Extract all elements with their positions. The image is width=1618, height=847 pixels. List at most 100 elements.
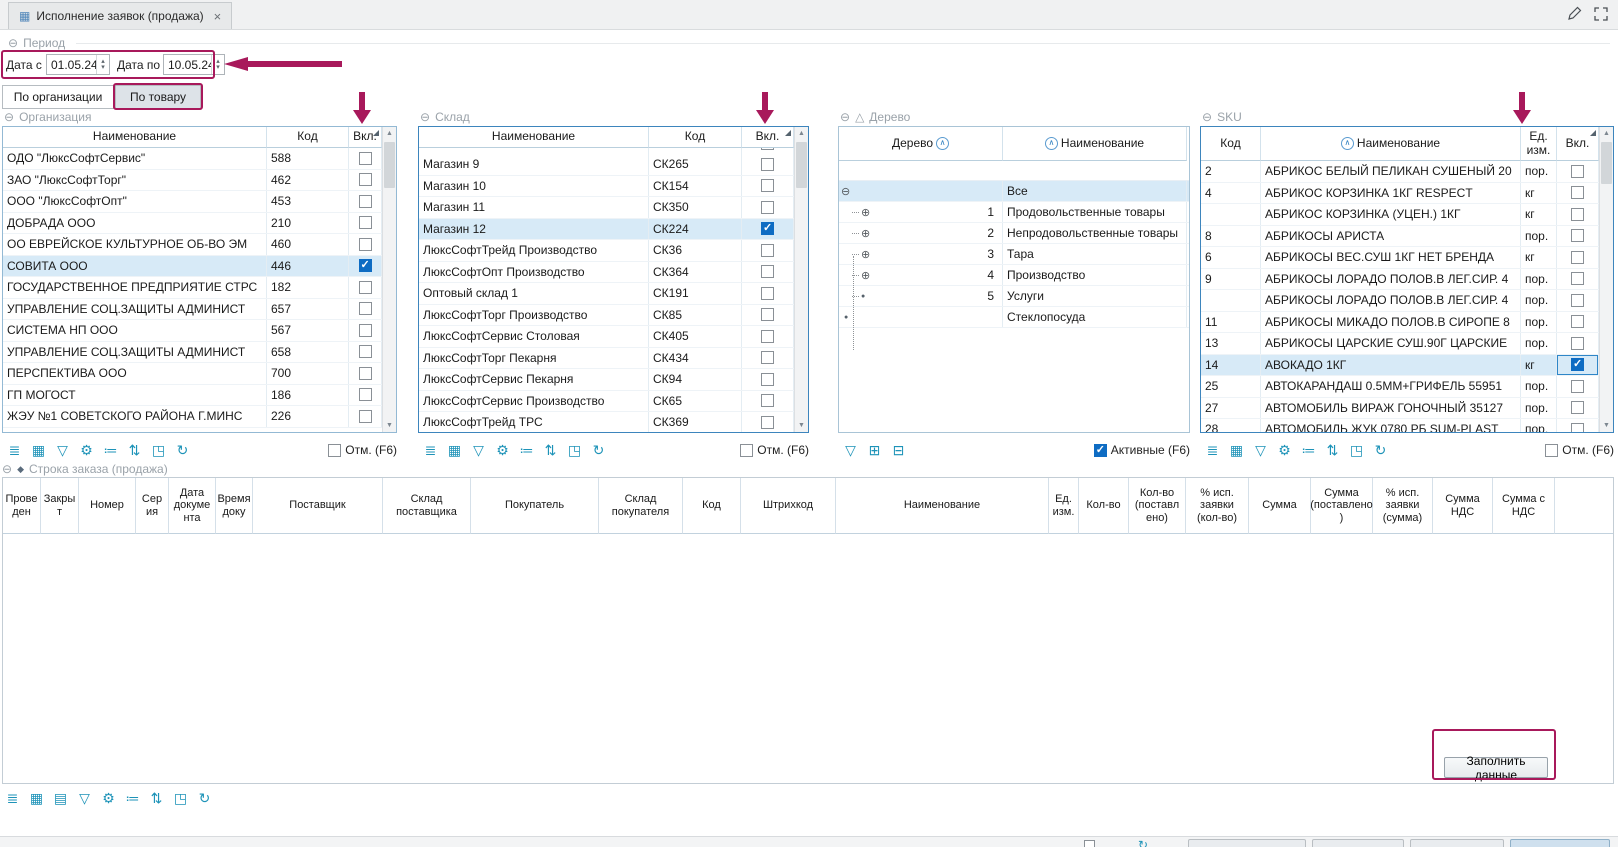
table-row[interactable]: 6АБРИКОСЫ ВЕС.СУШ 1КГ НЕТ БРЕНДАкг (1201, 247, 1599, 269)
sku-footer-checkbox[interactable] (1545, 444, 1558, 457)
expand-node-icon[interactable]: ⊕ (861, 206, 870, 219)
date-to-spinner-icon[interactable] (211, 55, 224, 74)
scroll-up-icon[interactable] (383, 127, 396, 140)
column-header[interactable]: Поставщик (253, 478, 383, 534)
tree-row[interactable]: ⊕2Непродовольственные товары (839, 223, 1189, 244)
column-header-name[interactable]: Наименование (1261, 127, 1521, 161)
table-view-icon[interactable]: ▦ (28, 440, 49, 460)
include-checkbox[interactable] (359, 195, 372, 208)
include-checkbox[interactable] (359, 367, 372, 380)
table-row[interactable]: 14АВОКАДО 1КГкг (1201, 355, 1599, 377)
include-checkbox[interactable] (761, 351, 774, 364)
vertical-scrollbar[interactable] (1599, 127, 1613, 432)
numbered-list-icon[interactable]: ≔ (100, 440, 121, 460)
include-checkbox[interactable] (761, 179, 774, 192)
copy-grid-icon[interactable]: ⊟ (888, 440, 909, 460)
scrollbar-thumb[interactable] (384, 142, 395, 188)
table-row[interactable]: ЛюксСофтТрейд ПроизводствоСК36 (419, 240, 794, 262)
table-row[interactable]: Оптовый склад 1СК191 (419, 283, 794, 305)
table-row[interactable]: 8АБРИКОСЫ АРИСТАпор. (1201, 226, 1599, 248)
date-to-input[interactable]: 10.05.24 (163, 54, 225, 75)
table-view-icon[interactable]: ▦ (26, 788, 47, 808)
table-view-icon[interactable]: ▦ (1226, 440, 1247, 460)
include-checkbox[interactable] (1571, 315, 1584, 328)
column-header-name[interactable]: Наименование (419, 127, 649, 148)
include-checkbox[interactable] (761, 201, 774, 214)
sort-asc-icon[interactable] (936, 137, 949, 150)
table-row[interactable]: АБРИКОСЫ ЛОРАДО ПОЛОВ.В ЛЕГ.СИР. 4пор. (1201, 290, 1599, 312)
vertical-scrollbar[interactable] (794, 127, 808, 432)
include-checkbox[interactable] (761, 308, 774, 321)
partial-checkbox[interactable] (1084, 840, 1095, 847)
active-f6-control[interactable]: Активные (F6) (1094, 443, 1190, 457)
table-row[interactable]: 25АВТОКАРАНДАШ 0.5ММ+ГРИФЕЛЬ 55951пор. (1201, 376, 1599, 398)
tab-execution-orders[interactable]: ▦ Исполнение заявок (продажа) × (8, 2, 232, 29)
collapse-icon[interactable]: ⊖ (1202, 110, 1212, 124)
column-header[interactable]: Код (683, 478, 741, 534)
include-checkbox[interactable] (359, 281, 372, 294)
org-footer-checkbox[interactable] (328, 444, 341, 457)
settings-icon[interactable]: ⚙ (98, 788, 119, 808)
column-header[interactable]: Прове ден (3, 478, 41, 534)
table-row[interactable]: ЛюксСофтСервис СтоловаяСК405 (419, 326, 794, 348)
table-row[interactable]: УПРАВЛЕНИЕ СОЦ.ЗАЩИТЫ АДМИНИСТ657 (3, 299, 382, 321)
include-checkbox[interactable] (1571, 229, 1584, 242)
column-header-code[interactable]: Код (649, 127, 742, 148)
partial-button[interactable] (1312, 839, 1404, 847)
include-checkbox[interactable] (359, 324, 372, 337)
tab-by-product[interactable]: По товару (115, 85, 201, 109)
table-row[interactable]: 27АВТОМОБИЛЬ ВИРАЖ ГОНОЧНЫЙ 35127пор. (1201, 398, 1599, 420)
table-row[interactable]: Магазин 10СК154 (419, 176, 794, 198)
table-row[interactable]: СИСТЕМА НП ООО567 (3, 320, 382, 342)
include-checkbox[interactable] (359, 302, 372, 315)
column-header[interactable]: Время доку (216, 478, 253, 534)
tab-by-organization[interactable]: По организации (2, 85, 114, 109)
partial-button[interactable] (1410, 839, 1504, 847)
column-header-name[interactable]: Наименование (1003, 127, 1187, 161)
column-header-incl[interactable]: Вкл. (1557, 127, 1599, 161)
include-checkbox[interactable] (1571, 294, 1584, 307)
column-header[interactable]: Кол-во (1079, 478, 1129, 534)
tree-footer-checkbox[interactable] (1094, 444, 1107, 457)
refresh-icon[interactable]: ↻ (194, 788, 215, 808)
table-row[interactable]: ЛюксСофтСервис ПекарняСК94 (419, 369, 794, 391)
include-checkbox[interactable] (1571, 358, 1584, 371)
numbered-list-icon[interactable]: ≔ (122, 788, 143, 808)
refresh-icon[interactable]: ↻ (172, 440, 193, 460)
card-view-icon[interactable]: ≣ (1202, 440, 1223, 460)
tree-row[interactable]: ⊖Все (839, 181, 1189, 202)
include-checkbox[interactable] (359, 388, 372, 401)
card-view-icon[interactable]: ≣ (4, 440, 25, 460)
table-row[interactable]: ГОСУДАРСТВЕННОЕ ПРЕДПРИЯТИЕ СТРС182 (3, 277, 382, 299)
filter-icon[interactable]: ▽ (1250, 440, 1271, 460)
column-header[interactable]: Штрихкод (741, 478, 836, 534)
close-tab-icon[interactable]: × (214, 9, 222, 24)
column-header-incl[interactable]: Вкл. (742, 127, 794, 148)
filter-icon[interactable]: ▽ (52, 440, 73, 460)
filter-icon[interactable]: ▽ (468, 440, 489, 460)
scroll-down-icon[interactable] (383, 419, 396, 432)
column-header[interactable]: % исп. заявки (кол-во) (1186, 478, 1249, 534)
settings-icon[interactable]: ⚙ (492, 440, 513, 460)
include-checkbox[interactable] (761, 394, 774, 407)
scrollbar-thumb[interactable] (796, 142, 807, 188)
include-checkbox[interactable] (359, 238, 372, 251)
table-row[interactable]: ЛюксСофтОпт ПроизводствоСК364 (419, 262, 794, 284)
column-header[interactable]: Дата докуме нта (169, 478, 216, 534)
expand-node-icon[interactable]: ⊕ (861, 227, 870, 240)
sort-list-icon[interactable]: ⇅ (124, 440, 145, 460)
table-row[interactable]: ЖЭУ №1 СОВЕТСКОГО РАЙОНА Г.МИНС226 (3, 406, 382, 428)
table-row[interactable]: ПЕРСПЕКТИВА ООО700 (3, 363, 382, 385)
mark-f6-control[interactable]: Отм. (F6) (1545, 443, 1614, 457)
tree-row[interactable]: ⊕1Продовольственные товары (839, 202, 1189, 223)
include-checkbox[interactable] (1571, 380, 1584, 393)
filter-icon[interactable]: ▽ (74, 788, 95, 808)
column-header[interactable]: % исп. заявки (сумма) (1373, 478, 1433, 534)
column-header[interactable]: Закры т (41, 478, 79, 534)
numbered-list-icon[interactable]: ≔ (1298, 440, 1319, 460)
include-checkbox[interactable] (1571, 272, 1584, 285)
table-row[interactable]: Магазин 11СК350 (419, 197, 794, 219)
column-header[interactable]: Сумма НДС (1433, 478, 1493, 534)
scroll-up-icon[interactable] (1600, 127, 1613, 140)
tree-row[interactable]: ⊕3Тара (839, 244, 1189, 265)
